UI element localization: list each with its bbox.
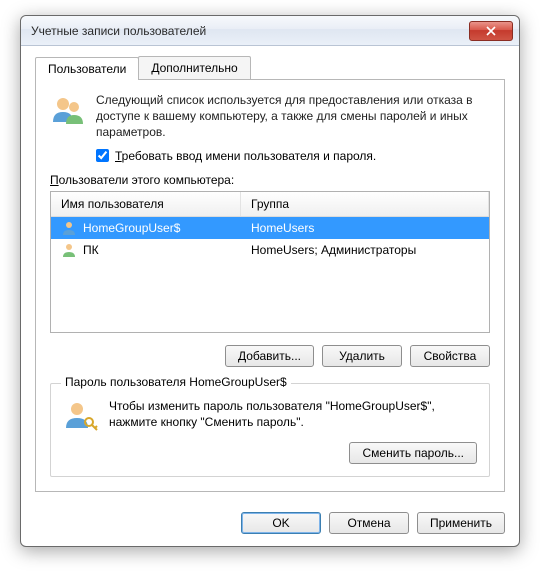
column-username[interactable]: Имя пользователя xyxy=(51,192,241,216)
require-credentials-checkbox[interactable] xyxy=(96,149,109,162)
users-listview[interactable]: Имя пользователя Группа HomeGroupUser$ H… xyxy=(50,191,490,333)
cell-username: ПК xyxy=(83,243,99,257)
tabstrip: Пользователи Дополнительно xyxy=(35,56,505,79)
apply-button[interactable]: Применить xyxy=(417,512,505,534)
tab-panel-users: Следующий список используется для предос… xyxy=(35,79,505,492)
table-row[interactable]: HomeGroupUser$ HomeUsers xyxy=(51,217,489,239)
user-accounts-dialog: Учетные записи пользователей Пользовател… xyxy=(20,15,520,547)
ok-button[interactable]: OK xyxy=(241,512,321,534)
cell-group: HomeUsers; Администраторы xyxy=(241,243,489,257)
cancel-button[interactable]: Отмена xyxy=(329,512,409,534)
intro-text: Следующий список используется для предос… xyxy=(96,92,490,141)
require-credentials-label: Требовать ввод имени пользователя и паро… xyxy=(115,149,376,163)
column-group[interactable]: Группа xyxy=(241,192,489,216)
add-button[interactable]: Добавить... xyxy=(225,345,314,367)
password-group-title: Пароль пользователя HomeGroupUser$ xyxy=(61,375,291,389)
cell-group: HomeUsers xyxy=(241,221,489,235)
remove-button[interactable]: Удалить xyxy=(322,345,402,367)
properties-button[interactable]: Свойства xyxy=(410,345,490,367)
tab-users[interactable]: Пользователи xyxy=(35,57,139,80)
user-icon xyxy=(61,242,77,258)
tab-advanced[interactable]: Дополнительно xyxy=(138,56,250,79)
cell-username: HomeGroupUser$ xyxy=(83,221,180,235)
dialog-footer: OK Отмена Применить xyxy=(21,504,519,546)
user-icon xyxy=(61,220,77,236)
table-row[interactable]: ПК HomeUsers; Администраторы xyxy=(51,239,489,261)
password-instruction: Чтобы изменить пароль пользователя "Home… xyxy=(109,398,477,430)
window-title: Учетные записи пользователей xyxy=(31,24,469,38)
users-list-label: Пользователи этого компьютера: xyxy=(50,173,490,187)
user-key-icon xyxy=(63,398,99,434)
titlebar[interactable]: Учетные записи пользователей xyxy=(21,16,519,46)
password-groupbox: Пароль пользователя HomeGroupUser$ Чтобы… xyxy=(50,383,490,477)
change-password-button[interactable]: Сменить пароль... xyxy=(349,442,477,464)
users-icon xyxy=(50,92,86,128)
listview-header: Имя пользователя Группа xyxy=(51,192,489,217)
close-button[interactable] xyxy=(469,21,513,41)
close-icon xyxy=(486,26,496,36)
